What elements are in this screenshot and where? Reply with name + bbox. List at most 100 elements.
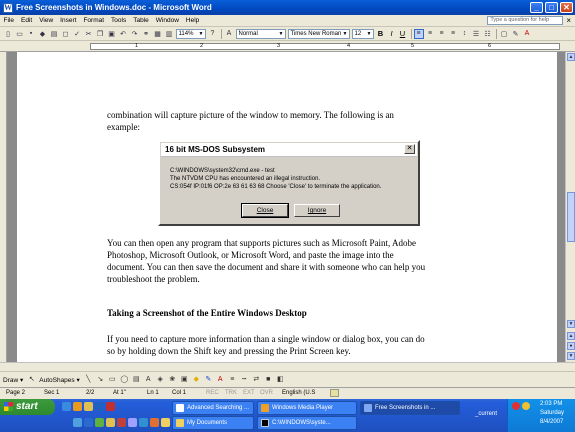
- line-spacing-icon[interactable]: ↕: [460, 29, 470, 39]
- italic-button[interactable]: I: [387, 29, 397, 39]
- quick-launch-icon[interactable]: [73, 418, 82, 427]
- justify-icon[interactable]: ≡: [448, 29, 458, 39]
- scroll-up-icon[interactable]: ▲: [567, 53, 575, 61]
- copy-icon[interactable]: ❐: [95, 29, 105, 39]
- bullets-icon[interactable]: ☷: [483, 29, 493, 39]
- next-page-icon[interactable]: ▼: [567, 352, 575, 360]
- clip-art-icon[interactable]: ❀: [168, 375, 177, 384]
- underline-button[interactable]: U: [398, 29, 408, 39]
- spelling-icon[interactable]: ✓: [72, 29, 82, 39]
- select-browse-object-icon[interactable]: ●: [567, 342, 575, 350]
- font-select[interactable]: Times New Roman ▼: [287, 28, 350, 39]
- zoom-select[interactable]: 114% ▼: [175, 28, 206, 39]
- border-icon[interactable]: ▢: [499, 29, 509, 39]
- dash-style-icon[interactable]: ┅: [240, 375, 249, 384]
- menu-file[interactable]: File: [0, 17, 17, 24]
- taskbar-button-word-document[interactable]: Free Screenshots in ...: [360, 401, 460, 415]
- spelling-status-icon[interactable]: [330, 389, 339, 397]
- tray-icon[interactable]: [522, 402, 530, 410]
- quick-launch-icon[interactable]: [95, 402, 104, 411]
- oval-icon[interactable]: ◯: [120, 375, 129, 384]
- scroll-down-icon[interactable]: ▼: [567, 320, 575, 328]
- align-center-icon[interactable]: ≡: [425, 29, 435, 39]
- scroll-thumb[interactable]: [567, 192, 575, 242]
- clock-time[interactable]: 2:03 PM: [540, 401, 562, 407]
- autoshapes-menu-button[interactable]: AutoShapes ▾: [39, 376, 80, 384]
- menu-format[interactable]: Format: [80, 17, 108, 24]
- quick-launch-icon[interactable]: [139, 418, 148, 427]
- show-desktop-icon[interactable]: [62, 402, 71, 411]
- quick-launch-icon[interactable]: [95, 418, 104, 427]
- align-left-icon[interactable]: ≡: [413, 28, 424, 39]
- close-document-icon[interactable]: ×: [566, 16, 571, 25]
- previous-page-icon[interactable]: ▲: [567, 332, 575, 340]
- align-right-icon[interactable]: ≡: [437, 29, 447, 39]
- status-ovr[interactable]: OVR: [260, 390, 273, 396]
- font-color-icon[interactable]: A: [522, 29, 532, 39]
- cut-icon[interactable]: ✂: [84, 29, 94, 39]
- menu-insert[interactable]: Insert: [57, 17, 80, 24]
- menu-table[interactable]: Table: [130, 17, 153, 24]
- taskbar-button-media-player[interactable]: Windows Media Player: [257, 401, 357, 415]
- menu-view[interactable]: View: [36, 17, 57, 24]
- text-box-icon[interactable]: ▤: [132, 375, 141, 384]
- quick-launch-icon[interactable]: [73, 402, 82, 411]
- new-document-icon[interactable]: ▯: [3, 29, 13, 39]
- line-style-icon[interactable]: ≡: [228, 375, 237, 384]
- quick-launch-icon[interactable]: [106, 402, 115, 411]
- start-button[interactable]: start: [0, 399, 55, 415]
- font-color-icon[interactable]: A: [216, 375, 225, 384]
- table-icon[interactable]: ▦: [153, 29, 163, 39]
- arrow-icon[interactable]: ↘: [96, 375, 105, 384]
- menu-edit[interactable]: Edit: [17, 17, 35, 24]
- status-ext[interactable]: EXT: [243, 390, 255, 396]
- taskbar-button-my-documents[interactable]: My Documents: [172, 416, 254, 430]
- draw-menu-button[interactable]: Draw ▾: [3, 376, 23, 384]
- rectangle-icon[interactable]: ▭: [108, 375, 117, 384]
- permission-icon[interactable]: ◆: [38, 29, 48, 39]
- paste-icon[interactable]: ▣: [107, 29, 117, 39]
- tray-icon[interactable]: [512, 402, 520, 410]
- save-icon[interactable]: ▪: [26, 29, 36, 39]
- 3d-icon[interactable]: ◧: [276, 375, 285, 384]
- shadow-icon[interactable]: ■: [264, 375, 273, 384]
- highlight-icon[interactable]: ✎: [511, 29, 521, 39]
- line-color-icon[interactable]: ✎: [204, 375, 213, 384]
- picture-icon[interactable]: ▣: [180, 375, 189, 384]
- hyperlink-icon[interactable]: ⚭: [141, 29, 151, 39]
- print-icon[interactable]: ▤: [49, 29, 59, 39]
- taskbar-button-cmd[interactable]: C:\WINDOWS\syste...: [257, 416, 357, 430]
- wordart-icon[interactable]: A: [144, 375, 153, 384]
- horizontal-ruler[interactable]: 1 2 3 4 5 6: [0, 41, 575, 52]
- print-preview-icon[interactable]: ◻: [61, 29, 71, 39]
- quick-launch-icon[interactable]: [106, 418, 115, 427]
- status-trk[interactable]: TRK: [225, 390, 237, 396]
- numbering-icon[interactable]: ☰: [471, 29, 481, 39]
- status-rec[interactable]: REC: [206, 390, 219, 396]
- minimize-button[interactable]: _: [530, 2, 543, 13]
- maximize-button[interactable]: □: [545, 2, 558, 13]
- line-icon[interactable]: ╲: [84, 375, 93, 384]
- open-folder-icon[interactable]: ▭: [15, 29, 25, 39]
- taskbar-button-advanced-searching[interactable]: Advanced Searching ...: [172, 401, 254, 415]
- diagram-icon[interactable]: ◈: [156, 375, 165, 384]
- menu-help[interactable]: Help: [182, 17, 202, 24]
- quick-launch-icon[interactable]: [84, 402, 93, 411]
- vertical-ruler[interactable]: [0, 52, 7, 362]
- menu-window[interactable]: Window: [152, 17, 182, 24]
- help-icon[interactable]: ?: [208, 29, 218, 39]
- quick-launch-icon[interactable]: [150, 418, 159, 427]
- style-select[interactable]: Normal ▼: [235, 28, 286, 39]
- arrow-style-icon[interactable]: ⇄: [252, 375, 261, 384]
- word-app-icon[interactable]: W: [3, 2, 13, 13]
- bold-button[interactable]: B: [376, 29, 386, 39]
- vertical-scrollbar[interactable]: ▲ ▼ ▲ ● ▼: [565, 52, 575, 362]
- horizontal-scrollbar[interactable]: [0, 362, 575, 371]
- quick-launch-icon[interactable]: [62, 418, 71, 427]
- styles-pane-icon[interactable]: A: [224, 29, 234, 39]
- quick-launch-icon[interactable]: [161, 418, 170, 427]
- undo-icon[interactable]: ↶: [118, 29, 128, 39]
- redo-icon[interactable]: ↷: [130, 29, 140, 39]
- font-size-select[interactable]: 12 ▼: [351, 28, 374, 39]
- ask-question-input[interactable]: Type a question for help: [487, 16, 564, 25]
